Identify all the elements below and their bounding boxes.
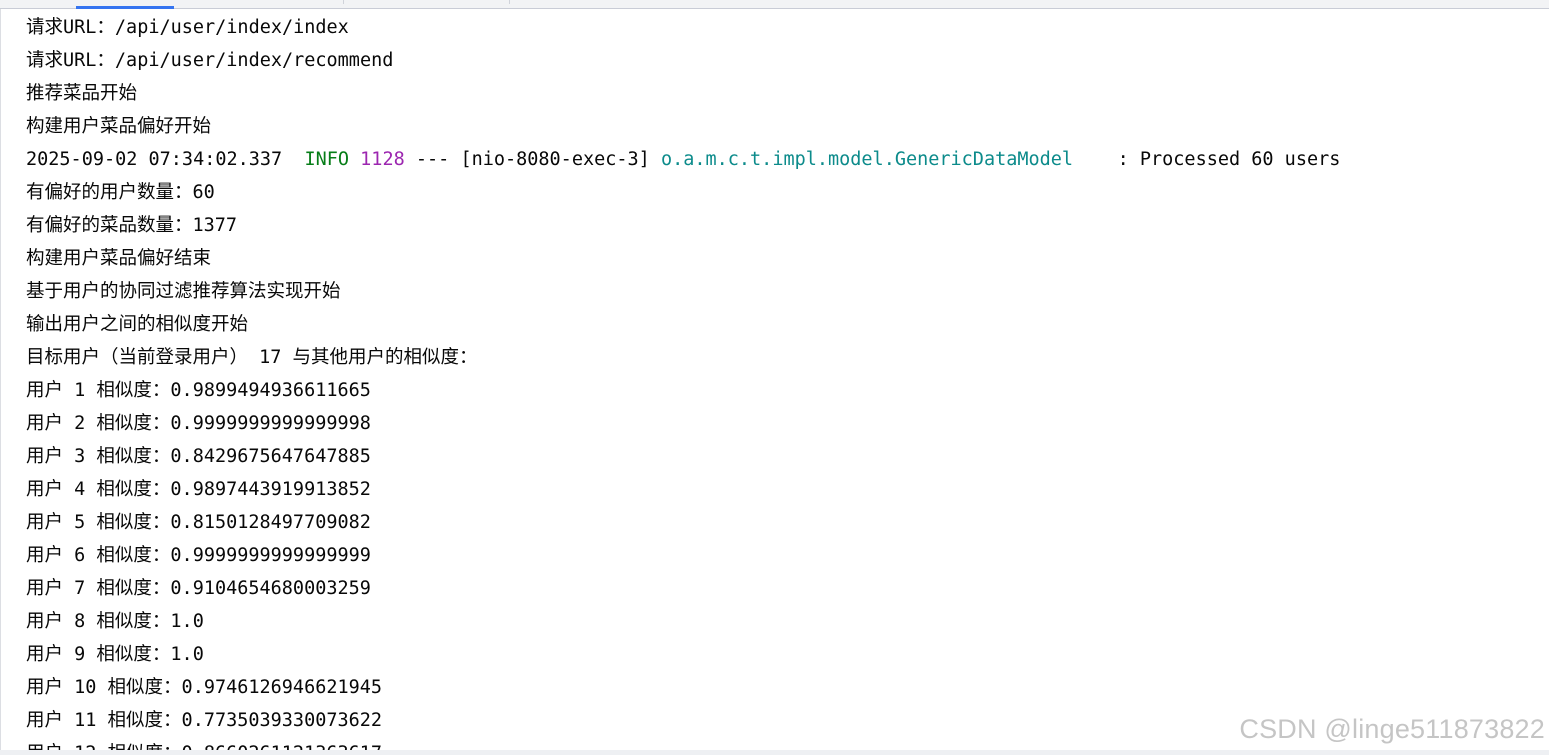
console-line: 用户 3 相似度：0.8429675647647885 [26, 446, 371, 467]
console-line: 请求URL：/api/user/index/recommend [26, 50, 394, 71]
console-line: 用户 1 相似度：0.9899494936611665 [26, 380, 371, 401]
console-line: 用户 2 相似度：0.9999999999999998 [26, 413, 371, 434]
console-line: 请求URL：/api/user/index/index [26, 17, 349, 38]
tab-separator [343, 0, 344, 4]
console-line: 目标用户（当前登录用户） 17 与其他用户的相似度： [26, 347, 478, 368]
tool-window-tab-bar [0, 0, 1549, 9]
log-level: INFO [304, 149, 350, 170]
csdn-watermark: CSDN @linge511873822 [1239, 714, 1545, 744]
log-message: : Processed 60 users [1117, 149, 1341, 170]
console-line: 用户 8 相似度：1.0 [26, 611, 204, 632]
console-line: 推荐菜品开始 [26, 83, 138, 104]
console-line: 有偏好的菜品数量：1377 [26, 215, 238, 236]
console-log-line: 2025-09-02 07:34:02.337 INFO 1128 --- [n… [26, 143, 1526, 176]
console-line: 基于用户的协同过滤推荐算法实现开始 [26, 281, 341, 302]
console-line: 用户 7 相似度：0.9104654680003259 [26, 578, 371, 599]
log-logger: o.a.m.c.t.impl.model.GenericDataModel [660, 149, 1074, 170]
log-separator: --- [415, 149, 450, 170]
console-line: 构建用户菜品偏好开始 [26, 116, 212, 137]
log-timestamp: 2025-09-02 07:34:02.337 [26, 149, 283, 170]
console-line: 用户 5 相似度：0.8150128497709082 [26, 512, 371, 533]
console-line: 用户 9 相似度：1.0 [26, 644, 204, 665]
console-line: 用户 6 相似度：0.9999999999999999 [26, 545, 371, 566]
log-pid: 1128 [360, 149, 405, 170]
tab-separator [509, 0, 510, 4]
console-left-border [0, 9, 1, 755]
console-line: 有偏好的用户数量：60 [26, 182, 215, 203]
horizontal-scrollbar[interactable] [0, 750, 1549, 755]
log-thread: [nio-8080-exec-3] [460, 149, 650, 170]
console-line: 用户 4 相似度：0.9897443919913852 [26, 479, 371, 500]
active-tab-indicator [76, 6, 174, 9]
console-line: 输出用户之间的相似度开始 [26, 314, 249, 335]
console-line: 用户 10 相似度：0.9746126946621945 [26, 677, 383, 698]
console-output[interactable]: 请求URL：/api/user/index/index 请求URL：/api/us… [26, 11, 1526, 755]
console-line: 构建用户菜品偏好结束 [26, 248, 212, 269]
